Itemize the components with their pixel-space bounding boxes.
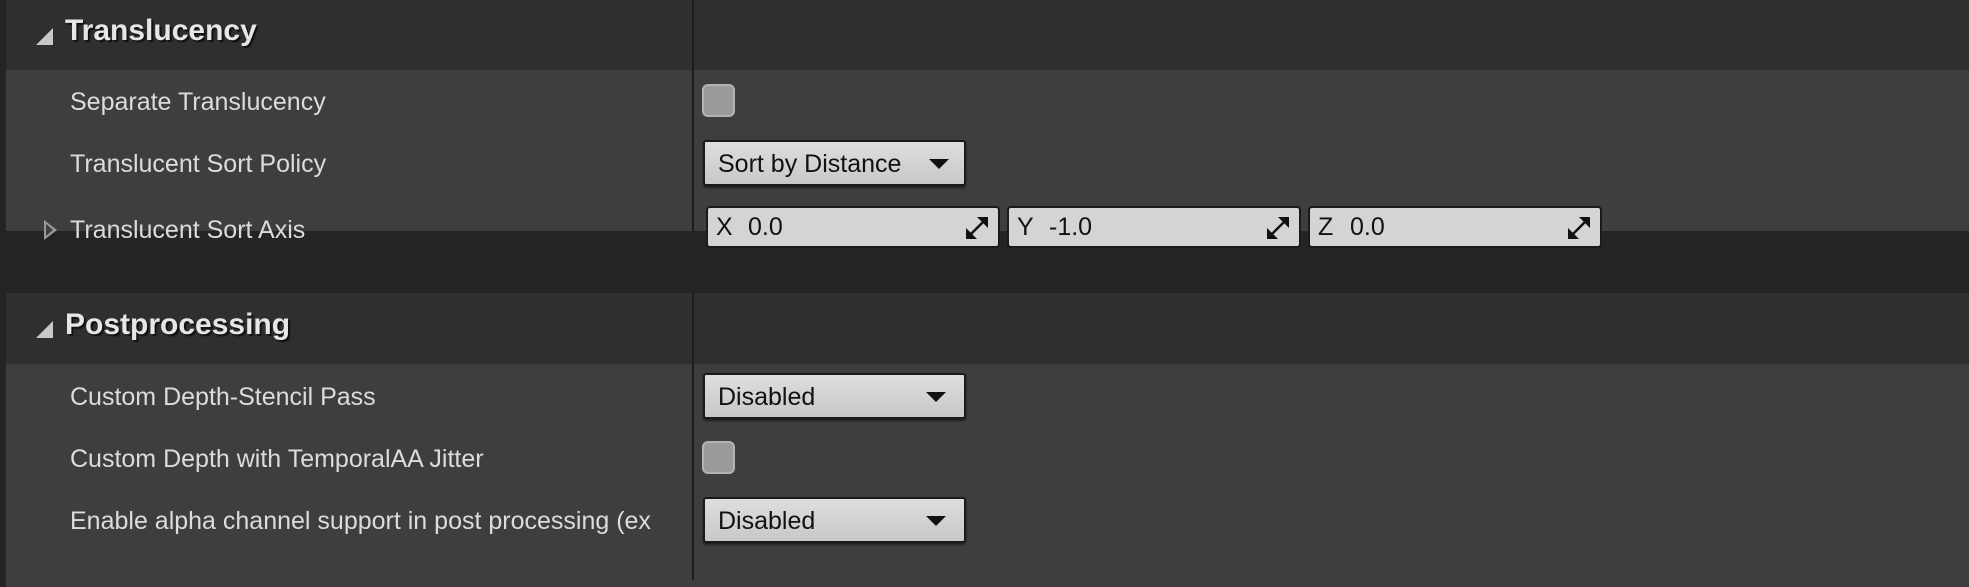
property-row-custom-depth-stencil: Custom Depth-Stencil Pass Disabled [6,373,1969,423]
property-label: Custom Depth with TemporalAA Jitter [70,445,484,473]
postprocessing-section-header[interactable]: Postprocessing [6,293,1969,364]
axis-label-z: Z [1318,213,1334,241]
property-row-separate-translucency: Separate Translucency [6,78,1969,128]
dropdown-value: Sort by Distance [718,150,902,178]
sort-policy-dropdown[interactable]: Sort by Distance [703,140,966,186]
property-row-temporal-jitter: Custom Depth with TemporalAA Jitter [6,435,1969,485]
axis-value-y: -1.0 [1049,213,1093,241]
drag-resize-icon[interactable] [1267,217,1289,239]
section-title: Translucency [65,14,257,47]
details-panel: Translucency Separate Translucency Trans… [0,0,1969,587]
section-title: Postprocessing [65,308,291,341]
property-row-sort-policy: Translucent Sort Policy Sort by Distance [6,140,1969,190]
property-label: Enable alpha channel support in post pro… [70,507,651,535]
axis-label-x: X [716,213,733,241]
dropdown-value: Disabled [718,383,816,411]
collapse-arrow-icon[interactable] [36,321,53,338]
property-label: Custom Depth-Stencil Pass [70,383,376,411]
caret-down-icon [926,516,946,526]
axis-value-z: 0.0 [1350,213,1385,241]
property-label: Separate Translucency [70,88,326,116]
axis-value-x: 0.0 [748,213,783,241]
caret-down-icon [926,392,946,402]
translucency-section-header[interactable]: Translucency [6,0,1969,70]
sort-axis-y-field[interactable]: Y -1.0 [1007,206,1301,248]
sort-axis-z-field[interactable]: Z 0.0 [1308,206,1602,248]
separate-translucency-checkbox[interactable] [702,84,735,117]
drag-resize-icon[interactable] [1568,217,1590,239]
property-label: Translucent Sort Axis [70,216,306,244]
expand-arrow-icon[interactable] [44,220,57,240]
temporal-jitter-checkbox[interactable] [702,441,735,474]
property-row-alpha-channel: Enable alpha channel support in post pro… [6,497,1969,547]
drag-resize-icon[interactable] [966,217,988,239]
translucency-section: Translucency Separate Translucency Trans… [6,0,1969,248]
caret-down-icon [929,159,949,169]
postprocessing-section: Postprocessing Custom Depth-Stencil Pass… [6,293,1969,587]
collapse-arrow-icon[interactable] [36,28,53,45]
custom-depth-stencil-dropdown[interactable]: Disabled [703,373,966,419]
alpha-channel-dropdown[interactable]: Disabled [703,497,966,543]
property-label: Translucent Sort Policy [70,150,327,178]
property-row-sort-axis: Translucent Sort Axis X 0.0 Y -1.0 Z 0.0 [6,206,1969,256]
sort-axis-x-field[interactable]: X 0.0 [706,206,1000,248]
axis-label-y: Y [1017,213,1034,241]
dropdown-value: Disabled [718,507,816,535]
